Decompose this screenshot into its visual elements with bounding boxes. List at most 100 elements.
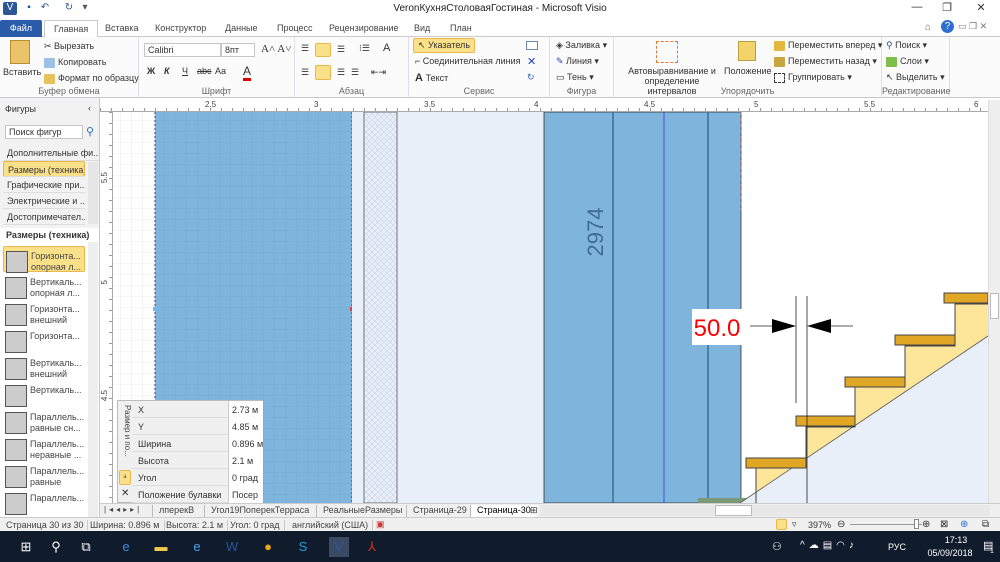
shadow-button[interactable]: ▭ Тень ▾ [556, 72, 594, 83]
rectangle-tool-icon[interactable] [526, 41, 538, 50]
zoom-out-icon[interactable]: ⊖ [837, 519, 845, 530]
align-center-button[interactable] [315, 65, 331, 80]
copy-button[interactable]: Копировать [44, 57, 106, 68]
macro-icon[interactable]: ▣ [376, 519, 385, 530]
status-language[interactable]: английский (США) [288, 520, 374, 530]
group-button[interactable]: Группировать ▾ [774, 72, 852, 83]
change-case-button[interactable]: Aa [215, 66, 226, 76]
chrome-icon[interactable]: ● [258, 537, 278, 557]
grow-font-icon[interactable]: A˄ A˅ [261, 43, 291, 55]
close-icon[interactable]: ✕ [121, 488, 129, 499]
search-icon[interactable]: ⚲ [86, 125, 94, 138]
page-tab[interactable]: Угол19ПоперекТерраса [204, 505, 315, 517]
tab-view[interactable]: Вид [405, 20, 439, 37]
master-shape-item[interactable]: Параллель... [3, 489, 85, 515]
restore-button[interactable]: ❐ [932, 1, 962, 17]
status-page[interactable]: Страница 30 из 30 [2, 520, 89, 530]
tab-data[interactable]: Данные [216, 20, 267, 37]
property-value[interactable]: 0.896 м [228, 435, 263, 452]
clock-date[interactable]: 05/09/2018 [920, 548, 980, 558]
presentation-icon[interactable]: ▿ [792, 519, 797, 530]
format-painter-button[interactable]: Формат по образцу [44, 73, 139, 84]
task-view-icon[interactable]: ⧉ [76, 537, 96, 557]
wall-shape[interactable] [543, 112, 756, 503]
align-top-button[interactable]: ☰ [301, 43, 309, 54]
master-shape-item[interactable]: Параллель... равные [3, 462, 85, 488]
bring-forward-button[interactable]: Переместить вперед ▾ [774, 40, 882, 51]
fill-button[interactable]: ◈ Заливка ▾ [556, 40, 607, 51]
masters-scrollbar[interactable] [88, 242, 98, 517]
property-value[interactable]: 2.1 м [228, 452, 263, 469]
visio-icon[interactable]: V [329, 537, 349, 557]
edge-icon[interactable]: e [116, 537, 136, 557]
close-x-icon[interactable]: ✕ [527, 55, 536, 68]
align-bottom-button[interactable]: ☰ [337, 44, 345, 55]
switch-windows-icon[interactable]: ⧉ [982, 519, 989, 530]
align-right-button[interactable]: ☰ [337, 67, 345, 78]
tab-design[interactable]: Конструктор [146, 20, 215, 37]
fit-page-icon[interactable]: ⊠ [940, 519, 948, 530]
stencil-item[interactable]: Достопримечател... [3, 209, 85, 225]
clock-time[interactable]: 17:13 [936, 535, 976, 545]
master-shape-item[interactable]: Вертикаль... опорная л... [3, 273, 85, 299]
layers-button[interactable]: Слои ▾ [886, 56, 929, 67]
start-icon[interactable]: ⊞ [16, 537, 36, 557]
explorer-icon[interactable]: ▬ [151, 537, 171, 557]
property-value[interactable]: Посер [228, 486, 263, 503]
master-shape-item[interactable]: Параллель... равные сн... [3, 408, 85, 434]
pin-icon[interactable]: ⍖ [119, 470, 131, 485]
vertical-scrollbar[interactable] [988, 100, 1000, 503]
strikethrough-button[interactable]: abc [197, 66, 212, 76]
page-tab[interactable]: Страница-30 [470, 505, 537, 517]
bullets-button[interactable]: ⁝☰ [359, 43, 370, 54]
acrobat-icon[interactable]: ⅄ [362, 537, 382, 557]
page-tab[interactable]: Страница-29 [406, 505, 473, 517]
help-icon[interactable]: ? [941, 20, 954, 33]
master-shape-item[interactable]: Горизонта... опорная л... [3, 246, 85, 273]
send-backward-button[interactable]: Переместить назад ▾ [774, 56, 877, 67]
italic-button[interactable]: К [164, 66, 170, 76]
stencil-item-active[interactable]: Размеры (техника) [3, 161, 85, 177]
rotate-icon[interactable]: ↻ [527, 72, 535, 83]
connector-tool-button[interactable]: ⌐ Соединительная линия [415, 56, 521, 66]
property-value[interactable]: 0 град [228, 469, 263, 486]
align-left-button[interactable]: ☰ [301, 67, 309, 78]
full-page-view-icon[interactable] [776, 519, 787, 530]
close-button[interactable]: ✕ [966, 1, 996, 17]
zoom-slider[interactable] [850, 524, 922, 525]
indent-buttons[interactable]: ⇤⇥ [371, 67, 386, 78]
stencil-list-scrollbar[interactable] [88, 162, 98, 224]
ie-icon[interactable]: e [187, 537, 207, 557]
stencil-item[interactable]: Графические при... [3, 177, 85, 193]
justify-button[interactable]: ☰ [351, 67, 359, 78]
align-middle-button[interactable] [315, 43, 331, 57]
skype-icon[interactable]: S [293, 537, 313, 557]
master-shape-item[interactable]: Параллель... неравные ... [3, 435, 85, 461]
zoom-level[interactable]: 397% [808, 520, 831, 530]
select-button[interactable]: ↖ Выделить ▾ [886, 72, 945, 83]
pointer-tool-button[interactable]: ↖ Указатель [413, 38, 476, 53]
underline-button[interactable]: Ч [182, 66, 188, 76]
font-size-select[interactable]: 8пт [221, 43, 255, 57]
tray-icons[interactable]: ^☁▤◠♪ [800, 540, 858, 551]
minimize-button[interactable]: — [902, 1, 932, 17]
line-button[interactable]: ✎ Линия ▾ [556, 56, 599, 67]
master-shape-item[interactable]: Горизонта... внешний [3, 300, 85, 326]
font-color-button[interactable]: A [243, 64, 252, 81]
master-shape-item[interactable]: Горизонта... [3, 327, 85, 353]
tab-plan[interactable]: План [441, 20, 481, 37]
paste-button[interactable]: Вставить [3, 67, 41, 77]
tab-process[interactable]: Процесс [268, 20, 322, 37]
collapse-ribbon-icon[interactable]: ⌂ [925, 22, 931, 33]
page-tab[interactable]: РеальныеРазмеры [316, 505, 408, 517]
doc-window-controls[interactable]: ▭ ❐ ✕ [958, 21, 987, 32]
collapse-panel-icon[interactable]: ‹ [88, 103, 91, 113]
shape-search-input[interactable]: Поиск фигур [5, 125, 83, 139]
font-name-select[interactable]: Calibri [144, 43, 221, 57]
page-navigation-arrows[interactable]: |◂◂▸▸| [104, 505, 142, 514]
insert-page-icon[interactable]: ⊞ [530, 505, 538, 516]
search-icon[interactable]: ⚲ [46, 537, 66, 557]
zoom-slider-thumb[interactable] [914, 519, 919, 529]
input-language[interactable]: РУС [888, 542, 906, 552]
people-icon[interactable]: ⚇ [772, 540, 782, 553]
